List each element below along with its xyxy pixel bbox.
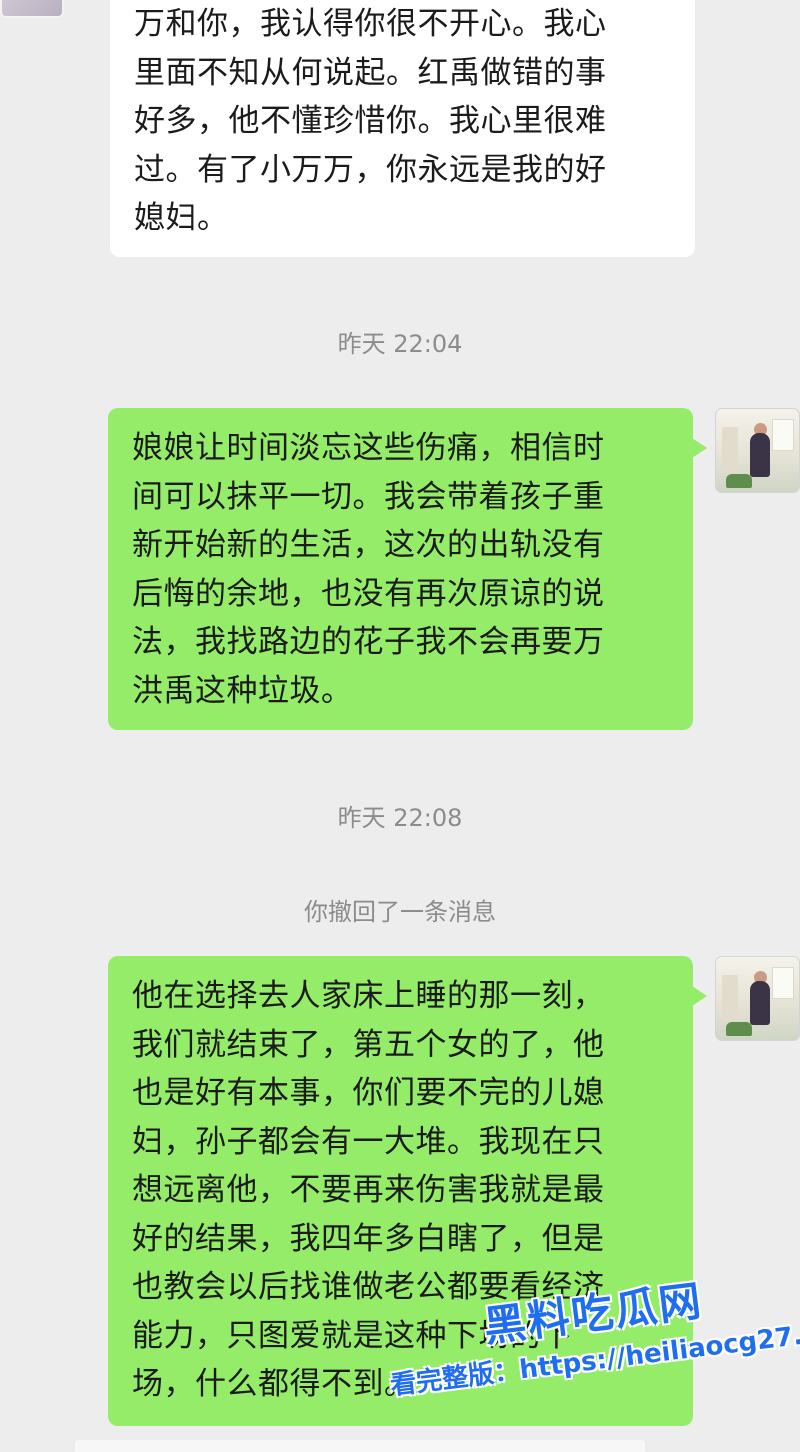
next-message-edge xyxy=(75,1440,645,1452)
incoming-message-bubble[interactable]: 万和你，我认得你很不开心。我心 里面不知从何说起。红禹做错的事 好多，他不懂珍惜… xyxy=(110,0,695,257)
outgoing-message-text: 娘娘让时间淡忘这些伤痛，相信时 间可以抹平一切。我会带着孩子重 新开始新的生活，… xyxy=(132,430,605,709)
message-timestamp: 昨天 22:08 xyxy=(337,804,463,832)
outgoing-message-bubble[interactable]: 娘娘让时间淡忘这些伤痛，相信时 间可以抹平一切。我会带着孩子重 新开始新的生活，… xyxy=(108,408,707,730)
incoming-message-text: 万和你，我认得你很不开心。我心 里面不知从何说起。红禹做错的事 好多，他不懂珍惜… xyxy=(134,6,607,236)
outgoing-message-text: 他在选择去人家床上睡的那一刻， 我们就结束了，第五个女的了，他 也是好有本事，你… xyxy=(132,978,605,1402)
recalled-message-notice: 你撤回了一条消息 xyxy=(304,898,496,926)
message-timestamp: 昨天 22:04 xyxy=(337,330,463,358)
my-avatar[interactable] xyxy=(715,408,800,493)
outgoing-message-bubble[interactable]: 他在选择去人家床上睡的那一刻， 我们就结束了，第五个女的了，他 也是好有本事，你… xyxy=(108,956,707,1426)
contact-avatar[interactable] xyxy=(0,0,64,18)
chat-message-list[interactable]: 万和你，我认得你很不开心。我心 里面不知从何说起。红禹做错的事 好多，他不懂珍惜… xyxy=(0,0,800,1452)
my-avatar[interactable] xyxy=(715,956,800,1041)
